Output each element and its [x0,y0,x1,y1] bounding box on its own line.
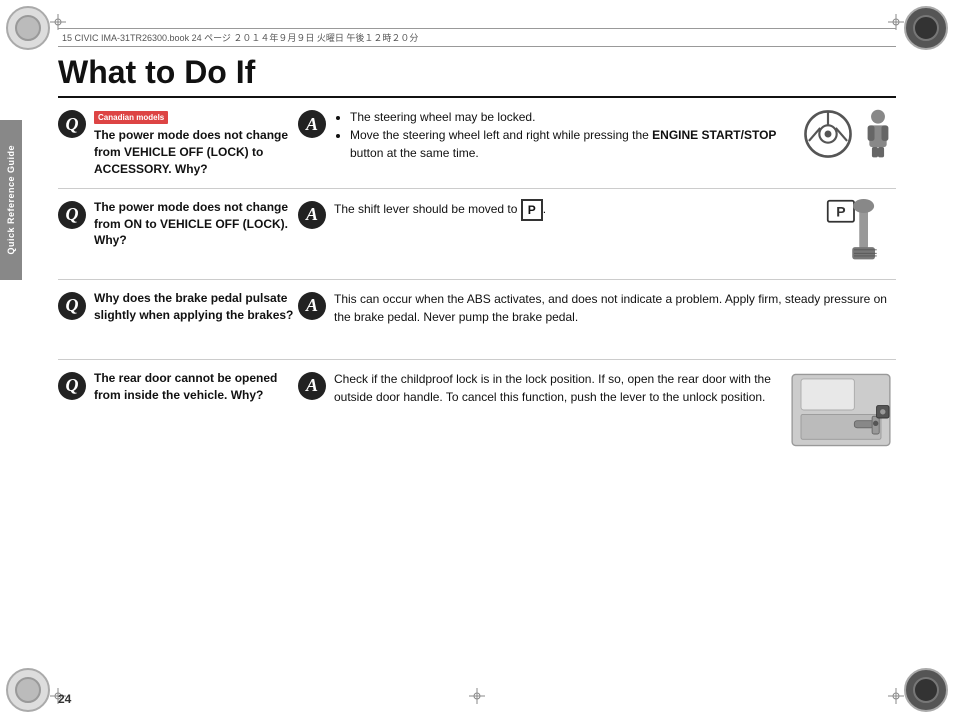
answer-text-2: The shift lever should be moved to P. [334,199,816,221]
answer-block-3: A This can occur when the ABS activates,… [298,290,896,326]
q-icon-4: Q [58,372,86,400]
answer-block-1: A The steering wheel may be locked. Move… [298,108,896,162]
qa-item-4: Q The rear door cannot be opened from in… [58,360,896,460]
answer-bullets-1: The steering wheel may be locked. Move t… [334,108,794,162]
bullet-1-2: Move the steering wheel left and right w… [350,126,794,162]
corner-decoration-inner-br [913,677,939,703]
header-text: 15 CIVIC IMA-31TR26300.book 24 ページ ２０１４年… [62,33,418,43]
q-icon-1: Q [58,110,86,138]
qa-item-1: Q Canadian models The power mode does no… [58,98,896,189]
header-line: 15 CIVIC IMA-31TR26300.book 24 ページ ２０１４年… [58,28,896,47]
a-icon-4: A [298,372,326,400]
question-block-4: Q The rear door cannot be opened from in… [58,370,298,404]
qa-item-2: Q The power mode does not change from ON… [58,189,896,280]
main-content: What to Do If Q Canadian models The powe… [58,55,896,678]
canadian-badge: Canadian models [94,111,168,124]
answer-images-1 [802,108,896,160]
page-title: What to Do If [58,55,896,98]
corner-decoration-inner-tr [913,15,939,41]
gearshift-icon: P [826,199,896,269]
door-childlock-icon [786,370,896,450]
answer-text-3: This can occur when the ABS activates, a… [334,290,896,326]
steering-wheel-icon [802,108,854,160]
answer-text-1: The steering wheel may be locked. Move t… [334,108,794,162]
q-icon-3: Q [58,292,86,320]
question-block-3: Q Why does the brake pedal pulsate sligh… [58,290,298,324]
answer-text-4: Check if the childproof lock is in the l… [334,370,778,406]
bullet-1-1: The steering wheel may be locked. [350,108,794,126]
crosshair-br [888,688,904,704]
corner-decoration-inner-bl [15,677,41,703]
a-icon-2: A [298,201,326,229]
answer-block-2: A The shift lever should be moved to P. … [298,199,896,269]
p-symbol: P [521,199,543,221]
svg-text:P: P [836,203,845,219]
corner-decoration-br [904,668,948,712]
crosshair-bottom-center [469,688,485,704]
question-text-1: Canadian models The power mode does not … [94,108,298,178]
person-icon [860,108,896,160]
question-text-4: The rear door cannot be opened from insi… [94,370,298,404]
page-number: 24 [58,692,71,706]
corner-decoration-tr [904,6,948,50]
corner-decoration-inner-tl [15,15,41,41]
question-text-2: The power mode does not change from ON t… [94,199,298,249]
question-block-2: Q The power mode does not change from ON… [58,199,298,249]
corner-decoration-tl [6,6,50,50]
a-icon-3: A [298,292,326,320]
sidebar-label: Quick Reference Guide [6,145,16,255]
question-block-1: Q Canadian models The power mode does no… [58,108,298,178]
corner-decoration-bl [6,668,50,712]
question-text-3: Why does the brake pedal pulsate slightl… [94,290,298,324]
answer-block-4: A Check if the childproof lock is in the… [298,370,896,450]
q-icon-2: Q [58,201,86,229]
qa-item-3: Q Why does the brake pedal pulsate sligh… [58,280,896,360]
a-icon-1: A [298,110,326,138]
sidebar-tab: Quick Reference Guide [0,120,22,280]
